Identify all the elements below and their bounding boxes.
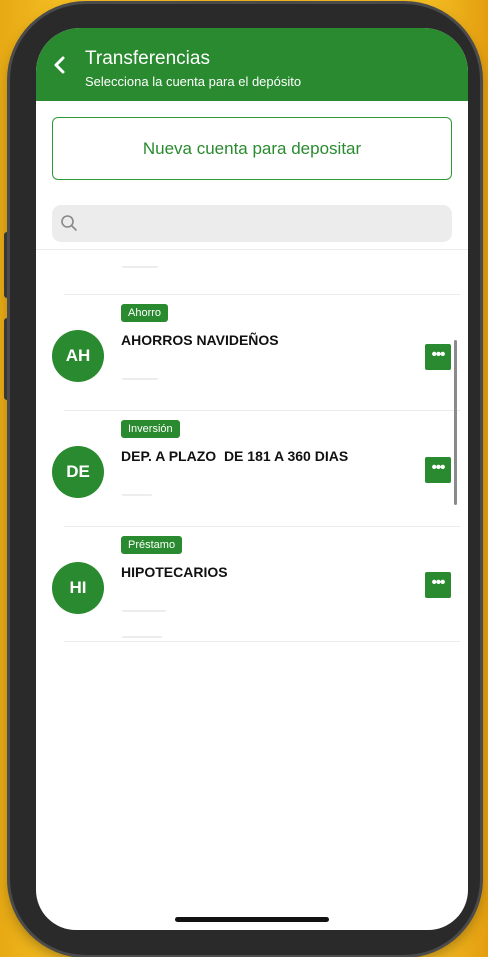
avatar: HI: [52, 562, 104, 614]
account-type-badge: Ahorro: [121, 304, 169, 322]
faded-text-line: [122, 266, 158, 268]
account-name: AHORROS NAVIDEÑOS: [121, 332, 279, 348]
chevron-left-icon: [54, 56, 65, 74]
page-title: Transferencias: [85, 48, 210, 69]
account-item[interactable]: HI Préstamo HIPOTECARIOS •••: [36, 530, 468, 647]
page-subtitle: Selecciona la cuenta para el depósito: [85, 74, 302, 89]
avatar: AH: [52, 330, 104, 382]
back-button[interactable]: [50, 54, 70, 76]
avatar: DE: [52, 446, 104, 498]
faded-text-line: [122, 610, 166, 612]
faded-text-line: [122, 494, 152, 496]
scrollbar[interactable]: [454, 340, 457, 505]
avatar-initials: AH: [65, 346, 91, 365]
divider: [64, 641, 460, 642]
account-type-badge: Inversión: [121, 420, 180, 438]
new-account-button-label: Nueva cuenta para depositar: [142, 138, 362, 158]
account-item[interactable]: DE Inversión DEP. A PLAZO DE 181 A 360 D…: [36, 414, 468, 531]
app-header: Transferencias Selecciona la cuenta para…: [36, 28, 468, 101]
new-account-button[interactable]: Nueva cuenta para depositar: [52, 117, 452, 180]
more-horizontal-icon: •••: [431, 346, 446, 363]
account-name: HIPOTECARIOS: [121, 564, 228, 580]
search-bar[interactable]: [52, 205, 452, 244]
more-options-button[interactable]: •••: [425, 344, 451, 370]
more-horizontal-icon: •••: [431, 459, 446, 476]
avatar-initials: HI: [69, 578, 87, 597]
search-input[interactable]: [86, 205, 450, 244]
more-options-button[interactable]: •••: [425, 572, 451, 598]
account-type-badge: Préstamo: [121, 536, 183, 554]
divider: [36, 249, 468, 250]
faded-text-line: [122, 636, 162, 638]
divider: [64, 526, 460, 527]
home-indicator[interactable]: [175, 917, 329, 922]
more-options-button[interactable]: •••: [425, 457, 451, 483]
faded-text-line: [122, 378, 158, 380]
search-icon: [61, 215, 77, 231]
more-horizontal-icon: •••: [431, 574, 446, 591]
divider: [64, 410, 460, 411]
account-item[interactable]: AH Ahorro AHORROS NAVIDEÑOS •••: [36, 298, 468, 415]
avatar-initials: DE: [66, 462, 90, 481]
divider: [64, 294, 460, 295]
account-name: DEP. A PLAZO DE 181 A 360 DIAS: [121, 448, 349, 464]
phone-screen: Transferencias Selecciona la cuenta para…: [36, 28, 468, 930]
